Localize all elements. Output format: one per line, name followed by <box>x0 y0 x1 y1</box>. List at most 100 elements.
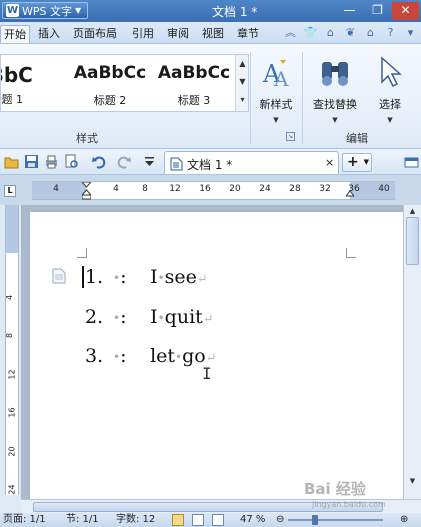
chevron-down-icon: ▼ <box>273 116 279 124</box>
style-heading-1[interactable]: aBbC 题 1 <box>1 55 45 111</box>
ruler-number: 24 <box>7 484 17 495</box>
space-mark: • <box>157 311 165 325</box>
house-icon[interactable]: ⌂ <box>362 25 379 41</box>
tab-home[interactable]: 开始 <box>0 25 30 43</box>
ribbon-separator <box>302 52 303 144</box>
list-item[interactable]: 1. •: I•see↵ <box>85 266 208 288</box>
window-title: 文档 1 * <box>212 5 258 19</box>
ribbon-separator <box>250 52 251 144</box>
scroll-up-icon[interactable]: ▲ <box>406 205 419 217</box>
chevron-down-icon[interactable]: ▾ <box>402 25 419 41</box>
watermark: Bai 经验 <box>304 480 366 498</box>
help-icon[interactable]: ? <box>382 25 399 41</box>
page-view-icon[interactable] <box>172 514 184 526</box>
status-word-count: 字数: 12 <box>116 514 156 525</box>
maximize-button[interactable]: ❐ <box>364 2 391 20</box>
wps-logo-icon: W <box>6 4 19 17</box>
tab-references[interactable]: 引用 <box>129 25 157 43</box>
horizontal-ruler[interactable]: 4 4 8 12 16 20 24 28 32 36 40 <box>32 181 395 200</box>
close-tab-icon[interactable]: × <box>325 156 334 169</box>
vertical-scroll-thumb[interactable] <box>406 217 419 265</box>
toolbar-menu-icon[interactable] <box>142 154 157 169</box>
save-icon[interactable] <box>24 154 39 169</box>
ruler-number: 16 <box>199 184 211 194</box>
space-mark: • <box>157 271 165 285</box>
ruler-number: 28 <box>289 184 301 194</box>
tab-review[interactable]: 审阅 <box>164 25 192 43</box>
paragraph-mark: ↵ <box>196 272 208 287</box>
paragraph-mark: ↵ <box>202 312 214 327</box>
space-mark: • <box>113 311 121 325</box>
list-item[interactable]: 2. •: I•quit↵ <box>85 306 214 328</box>
undo-icon[interactable] <box>92 154 107 169</box>
ruler-number: 8 <box>5 332 15 339</box>
vertical-scrollbar[interactable]: ▲ ▼ <box>403 205 421 499</box>
ruler-number: 12 <box>169 184 181 194</box>
list-item[interactable]: 3. •: let•go↵ <box>85 345 217 367</box>
new-style-button[interactable]: A A 新样式 ▼ <box>252 54 300 124</box>
app-menu-button[interactable]: W WPS 文字 ▼ <box>2 2 88 19</box>
style-heading-2[interactable]: AaBbCc 标题 2 <box>69 55 151 111</box>
paragraph-doc-icon <box>52 268 66 284</box>
document-page[interactable]: 1. •: I•see↵ 2. •: I•quit↵ 3. •: let•go↵ I <box>30 212 403 499</box>
outline-view-icon[interactable] <box>192 514 204 526</box>
scroll-down-icon[interactable]: ▼ <box>406 475 419 487</box>
gallery-more-icon[interactable]: ▾ <box>236 91 248 109</box>
shirt-skin-icon[interactable]: 👕 <box>302 25 319 41</box>
tab-insert[interactable]: 插入 <box>35 25 63 43</box>
ruler-number: 4 <box>5 294 15 301</box>
close-button[interactable]: ✕ <box>392 2 419 20</box>
ruler-number: 20 <box>7 446 17 457</box>
collapse-ribbon-icon[interactable]: ︽ <box>282 25 299 41</box>
quick-access-toolbar: 文档 1 * × + ▼ <box>0 149 421 175</box>
tab-chapter[interactable]: 章节 <box>234 25 262 43</box>
document-tab[interactable]: 文档 1 * × <box>164 151 339 174</box>
tab-stop-selector[interactable]: L <box>4 185 16 197</box>
right-indent-marker-icon[interactable] <box>346 191 354 199</box>
ruler-number: 4 <box>53 184 59 194</box>
minimize-button[interactable]: — <box>336 2 363 20</box>
vertical-ruler[interactable]: 4 8 12 16 20 24 <box>5 205 19 495</box>
space-mark: • <box>113 271 121 285</box>
ruler-number: 20 <box>229 184 241 194</box>
margin-corner-mark <box>346 248 356 258</box>
window-list-icon[interactable] <box>404 155 419 170</box>
open-folder-icon[interactable] <box>4 154 19 169</box>
indent-marker-icon[interactable] <box>82 182 91 200</box>
zoom-slider[interactable] <box>288 519 383 521</box>
status-bar: 页面: 1/1 节: 1/1 字数: 12 47 % ⊖ ⊕ <box>0 513 421 527</box>
zoom-in-icon[interactable]: ⊕ <box>400 513 408 526</box>
redo-icon[interactable] <box>116 154 131 169</box>
document-icon <box>170 157 183 171</box>
app-name: WPS 文字 <box>22 4 72 18</box>
zoom-slider-knob[interactable] <box>312 515 318 525</box>
ruler-number: 32 <box>319 184 331 194</box>
select-button[interactable]: 选择 ▼ <box>366 54 414 124</box>
leaf-icon[interactable]: ❦ <box>342 25 359 41</box>
new-tab-button[interactable]: + ▼ <box>342 153 372 172</box>
ribbon: aBbC 题 1 AaBbCc 标题 2 AaBbCc 标题 3 ▲ ▼ ▾ 样… <box>0 44 421 149</box>
edit-group-label: 编辑 <box>346 132 368 145</box>
zoom-out-icon[interactable]: ⊖ <box>276 513 284 526</box>
tab-page-layout[interactable]: 页面布局 <box>70 25 120 43</box>
plus-icon: + <box>347 154 359 170</box>
ruler-number: 12 <box>7 369 17 380</box>
print-icon[interactable] <box>44 154 59 169</box>
gallery-down-icon[interactable]: ▼ <box>236 73 248 91</box>
gallery-scroll: ▲ ▼ ▾ <box>235 55 248 111</box>
home-icon[interactable]: ⌂ <box>322 25 339 41</box>
find-replace-button[interactable]: 查找替换 ▼ <box>311 54 359 124</box>
text-caret <box>82 266 84 288</box>
chevron-down-icon: ▼ <box>332 116 338 124</box>
chevron-down-icon: ▼ <box>363 158 369 166</box>
gallery-up-icon[interactable]: ▲ <box>236 55 248 73</box>
watermark-url: jingyan.baidu.com <box>312 500 386 509</box>
tab-view[interactable]: 视图 <box>199 25 227 43</box>
find-replace-label: 查找替换 <box>313 98 357 111</box>
style-heading-3[interactable]: AaBbCc 标题 3 <box>153 55 235 111</box>
quick-icons: ︽ 👕 ⌂ ❦ ⌂ ? ▾ <box>282 25 419 41</box>
print-preview-icon[interactable] <box>64 154 79 169</box>
margin-corner-mark <box>77 248 87 258</box>
web-view-icon[interactable] <box>212 514 224 526</box>
styles-dialog-launcher-icon[interactable]: ↘ <box>286 132 295 141</box>
